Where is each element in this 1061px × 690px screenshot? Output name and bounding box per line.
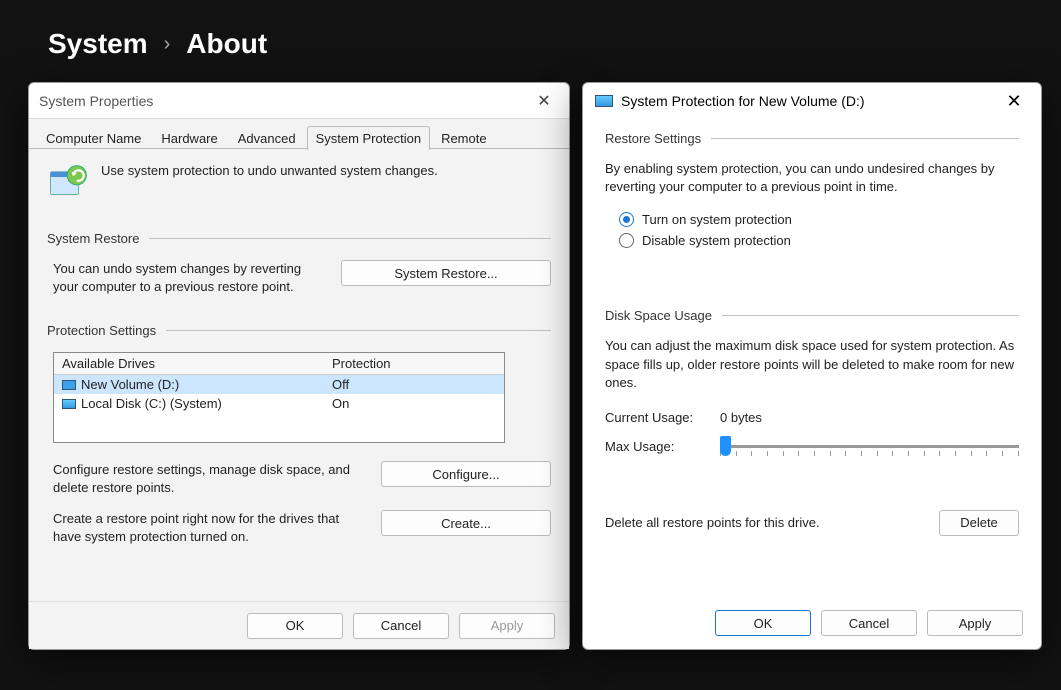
divider <box>722 315 1019 316</box>
drives-table: Available Drives Protection New Volume (… <box>53 352 505 443</box>
group-system-restore: System Restore <box>47 231 139 246</box>
system-restore-text: You can undo system changes by reverting… <box>47 260 323 295</box>
delete-button[interactable]: Delete <box>939 510 1019 536</box>
cancel-button[interactable]: Cancel <box>821 610 917 636</box>
radio-label: Turn on system protection <box>642 212 792 227</box>
radio-label: Disable system protection <box>642 233 791 248</box>
breadcrumb-system[interactable]: System <box>48 28 148 60</box>
apply-button[interactable]: Apply <box>459 613 555 639</box>
tab-hardware[interactable]: Hardware <box>152 126 226 150</box>
drive-icon <box>62 399 76 409</box>
group-restore-settings: Restore Settings <box>605 131 701 146</box>
slider-ticks <box>720 451 1019 457</box>
drive-icon <box>62 380 76 390</box>
configure-text: Configure restore settings, manage disk … <box>47 461 363 496</box>
tab-computer-name[interactable]: Computer Name <box>37 126 150 150</box>
table-row[interactable]: New Volume (D:) Off <box>54 375 504 394</box>
radio-turn-on[interactable]: Turn on system protection <box>619 212 1019 227</box>
dialog-titlebar: System Protection for New Volume (D:) ✕ <box>583 83 1041 119</box>
system-protection-icon <box>47 163 89 205</box>
drive-protection-value: On <box>324 394 504 413</box>
tab-panel-system-protection: Use system protection to undo unwanted s… <box>29 148 569 555</box>
cancel-button[interactable]: Cancel <box>353 613 449 639</box>
drive-name: New Volume (D:) <box>81 377 179 392</box>
table-row[interactable]: Local Disk (C:) (System) On <box>54 394 504 413</box>
radio-disable[interactable]: Disable system protection <box>619 233 1019 248</box>
current-usage-value: 0 bytes <box>720 410 762 425</box>
close-icon[interactable]: ✕ <box>529 91 559 111</box>
apply-button[interactable]: Apply <box>927 610 1023 636</box>
system-restore-button[interactable]: System Restore... <box>341 260 551 286</box>
chevron-right-icon: › <box>164 33 171 56</box>
create-text: Create a restore point right now for the… <box>47 510 363 545</box>
breadcrumb-about: About <box>186 28 267 60</box>
restore-settings-text: By enabling system protection, you can u… <box>605 160 1019 196</box>
system-properties-dialog: System Properties ✕ Computer Name Hardwa… <box>28 82 570 650</box>
drive-icon <box>595 95 613 107</box>
max-usage-label: Max Usage: <box>605 439 720 454</box>
intro-text: Use system protection to undo unwanted s… <box>101 163 438 178</box>
breadcrumb: System › About <box>48 28 267 60</box>
drive-name: Local Disk (C:) (System) <box>81 396 222 411</box>
delete-text: Delete all restore points for this drive… <box>605 515 939 530</box>
column-header-drives[interactable]: Available Drives <box>54 353 324 374</box>
tab-advanced[interactable]: Advanced <box>229 126 305 150</box>
tabstrip: Computer Name Hardware Advanced System P… <box>29 119 569 149</box>
tab-remote[interactable]: Remote <box>432 126 496 150</box>
disk-space-text: You can adjust the maximum disk space us… <box>605 337 1019 392</box>
divider <box>149 238 551 239</box>
column-header-protection[interactable]: Protection <box>324 353 504 374</box>
current-usage-label: Current Usage: <box>605 410 720 425</box>
ok-button[interactable]: OK <box>247 613 343 639</box>
close-icon[interactable]: ✕ <box>999 91 1029 112</box>
dialog-titlebar: System Properties ✕ <box>29 83 569 119</box>
divider <box>166 330 551 331</box>
group-disk-space-usage: Disk Space Usage <box>605 308 712 323</box>
group-protection-settings: Protection Settings <box>47 323 156 338</box>
divider <box>711 138 1019 139</box>
max-usage-slider[interactable] <box>720 445 1019 448</box>
system-protection-volume-dialog: System Protection for New Volume (D:) ✕ … <box>582 82 1042 650</box>
dialog-title: System Protection for New Volume (D:) <box>621 93 865 109</box>
create-button[interactable]: Create... <box>381 510 551 536</box>
dialog-title: System Properties <box>39 93 153 109</box>
tab-system-protection[interactable]: System Protection <box>307 126 431 150</box>
drive-protection-value: Off <box>324 375 504 394</box>
radio-icon <box>619 233 634 248</box>
slider-thumb[interactable] <box>720 436 731 456</box>
configure-button[interactable]: Configure... <box>381 461 551 487</box>
ok-button[interactable]: OK <box>715 610 811 636</box>
radio-icon <box>619 212 634 227</box>
